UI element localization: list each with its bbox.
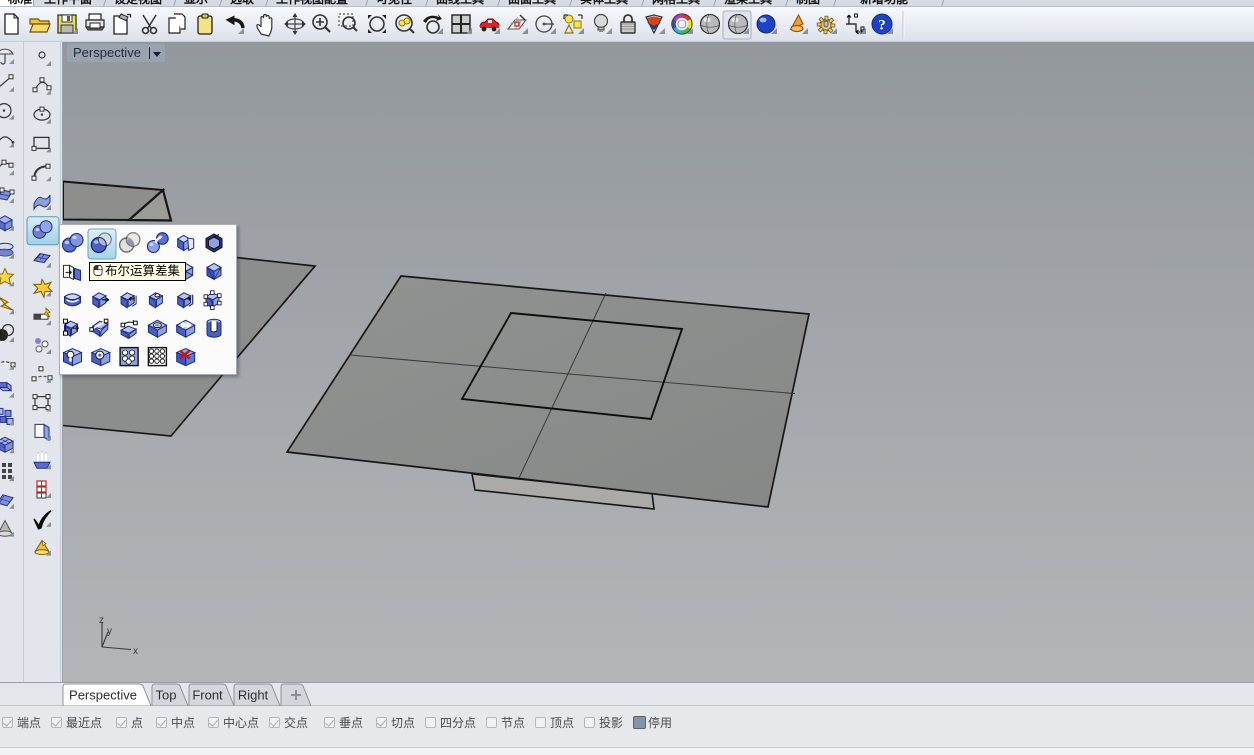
svg-text:z: z — [99, 615, 104, 626]
svg-text:Front: Front — [192, 688, 223, 703]
svg-text:Top: Top — [156, 688, 177, 703]
svg-text:y: y — [107, 626, 112, 637]
svg-text:x: x — [133, 646, 138, 657]
svg-text:Perspective: Perspective — [69, 688, 137, 703]
svg-text:?: ? — [878, 18, 886, 34]
svg-text:Right: Right — [238, 688, 269, 703]
